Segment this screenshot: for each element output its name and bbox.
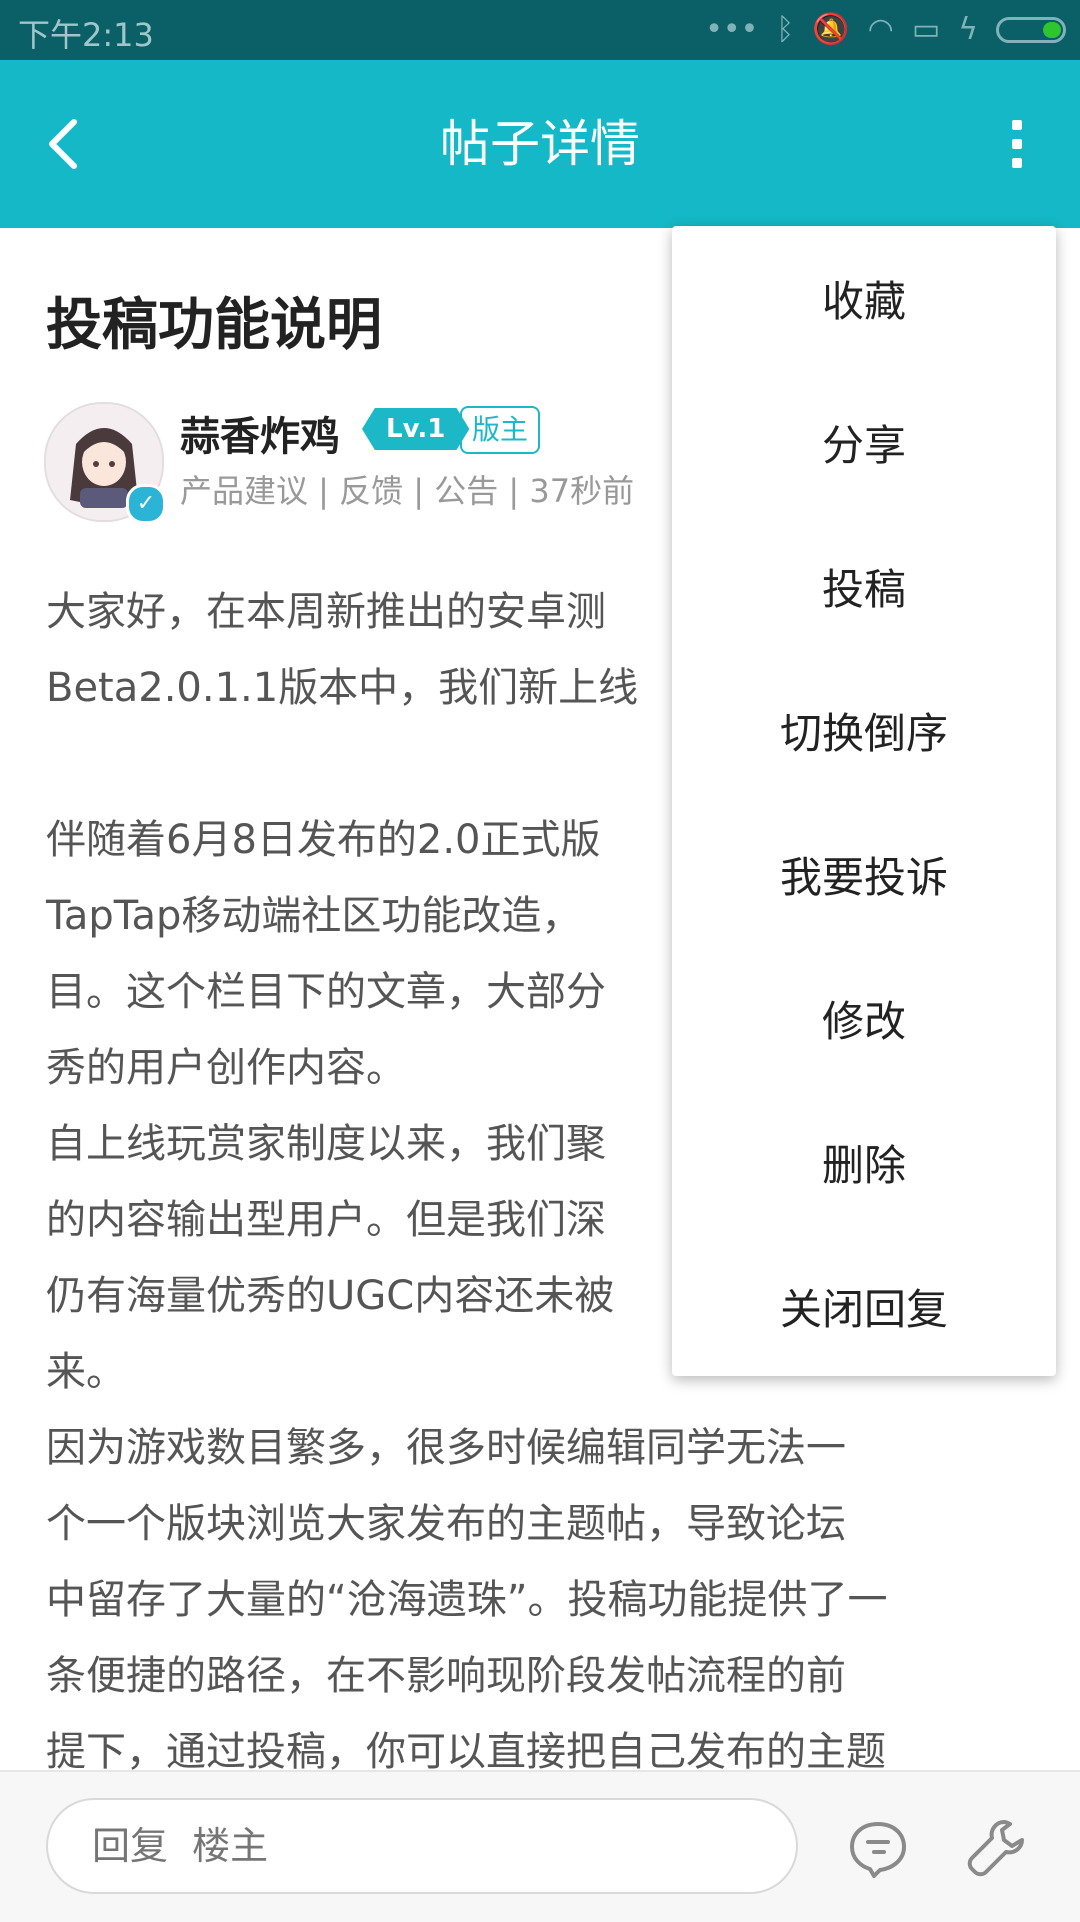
author-name[interactable]: 蒜香炸鸡 [180, 404, 340, 462]
post-title: 投稿功能说明 [46, 293, 382, 358]
page-title: 帖子详情 [440, 115, 640, 173]
verified-icon: ✓ [126, 484, 166, 524]
app-bar: 帖子详情 [0, 60, 1080, 228]
bluetooth-icon: ᛒ [776, 12, 795, 47]
body-line: 因为游戏数目繁多，很多时候编辑同学无法一 [46, 1425, 846, 1471]
no-sim-icon: ▭ [911, 12, 941, 47]
status-icons: ••• ᛒ 🔕 ◠ ▭ ϟ [705, 8, 1066, 52]
menu-item-share[interactable]: 分享 [672, 370, 1056, 514]
overflow-menu: 收藏 分享 投稿 切换倒序 我要投诉 修改 删除 关闭回复 [672, 226, 1056, 1376]
emoji-button[interactable] [846, 1816, 910, 1880]
post-meta: 产品建议 | 反馈 | 公告 | 37秒前 [180, 472, 635, 510]
reply-bar [0, 1770, 1080, 1922]
mute-icon: 🔕 [812, 12, 850, 47]
chat-bubble-icon [850, 1822, 906, 1878]
tools-button[interactable] [964, 1816, 1028, 1880]
menu-item-reverse-order[interactable]: 切换倒序 [672, 658, 1056, 802]
more-dots-icon: ••• [705, 12, 759, 47]
reply-input[interactable] [46, 1798, 798, 1894]
body-line: 个一个版块浏览大家发布的主题帖，导致论坛 [46, 1501, 846, 1547]
menu-item-close-replies[interactable]: 关闭回复 [672, 1234, 1056, 1378]
menu-item-delete[interactable]: 删除 [672, 1090, 1056, 1234]
wrench-icon [967, 1820, 1024, 1877]
menu-item-report[interactable]: 我要投诉 [672, 802, 1056, 946]
menu-item-submit[interactable]: 投稿 [672, 514, 1056, 658]
level-badge: Lv.1 [362, 408, 470, 450]
menu-item-favorite[interactable]: 收藏 [672, 226, 1056, 370]
body-line: 中留存了大量的“沧海遗珠”。投稿功能提供了一 [46, 1577, 888, 1623]
wifi-icon: ◠ [867, 12, 894, 47]
status-time: 下午2:13 [18, 16, 154, 54]
more-options-button[interactable] [986, 114, 1046, 174]
status-bar: 下午2:13 ••• ᛒ 🔕 ◠ ▭ ϟ [0, 0, 1080, 60]
body-line: 条便捷的路径，在不影响现阶段发帖流程的前 [46, 1653, 846, 1699]
battery-icon [996, 17, 1066, 43]
moderator-badge: 版主 [460, 406, 541, 454]
menu-item-edit[interactable]: 修改 [672, 946, 1056, 1090]
charging-icon: ϟ [958, 12, 978, 47]
